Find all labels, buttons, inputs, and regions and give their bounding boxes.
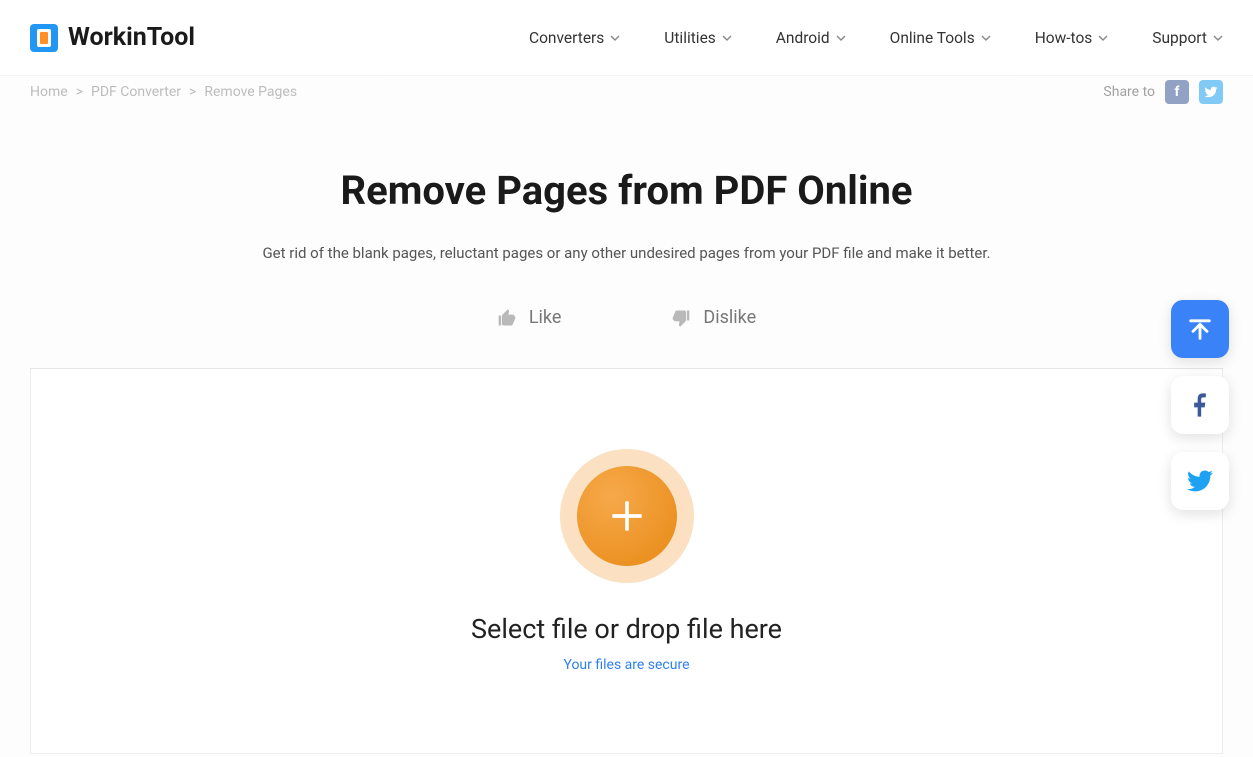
add-file-button[interactable] xyxy=(560,449,694,583)
plus-icon xyxy=(577,466,677,566)
scroll-top-button[interactable] xyxy=(1171,300,1229,358)
nav-label: Utilities xyxy=(664,29,716,47)
nav-support[interactable]: Support xyxy=(1152,29,1223,47)
files-secure-link[interactable]: Your files are secure xyxy=(31,657,1222,673)
like-label: Like xyxy=(529,307,562,328)
nav-label: Support xyxy=(1152,29,1207,47)
breadcrumb-remove-pages: Remove Pages xyxy=(204,84,297,100)
logo-text: WorkinTool xyxy=(68,23,195,52)
page-title: Remove Pages from PDF Online xyxy=(0,167,1253,214)
file-drop-zone[interactable]: Select file or drop file here Your files… xyxy=(30,369,1223,754)
arrow-up-icon xyxy=(1186,315,1214,343)
chevron-down-icon xyxy=(610,33,620,43)
share-twitter-button[interactable] xyxy=(1199,80,1223,104)
share-facebook-button[interactable]: f xyxy=(1165,80,1189,104)
nav-label: Converters xyxy=(529,29,604,47)
chevron-down-icon xyxy=(836,33,846,43)
breadcrumb-row: Home > PDF Converter > Remove Pages Shar… xyxy=(0,75,1253,107)
logo[interactable]: WorkinTool xyxy=(30,23,195,52)
nav-label: Online Tools xyxy=(890,29,975,47)
float-facebook-button[interactable] xyxy=(1171,376,1229,434)
share-label: Share to xyxy=(1103,84,1155,100)
nav-label: Android xyxy=(776,29,830,47)
twitter-icon xyxy=(1186,467,1214,495)
twitter-icon xyxy=(1204,85,1218,99)
drop-title: Select file or drop file here xyxy=(31,613,1222,645)
dislike-label: Dislike xyxy=(703,307,756,328)
chevron-down-icon xyxy=(722,33,732,43)
facebook-icon xyxy=(1186,391,1214,419)
breadcrumb-sep: > xyxy=(76,84,83,100)
title-area: Remove Pages from PDF Online Get rid of … xyxy=(0,167,1253,262)
dislike-button[interactable]: Dislike xyxy=(671,307,756,328)
breadcrumb-home[interactable]: Home xyxy=(30,84,68,100)
nav-label: How-tos xyxy=(1035,29,1093,47)
nav-utilities[interactable]: Utilities xyxy=(664,29,732,47)
nav-android[interactable]: Android xyxy=(776,29,846,47)
chevron-down-icon xyxy=(1213,33,1223,43)
page-subtitle: Get rid of the blank pages, reluctant pa… xyxy=(0,244,1253,262)
breadcrumb-sep: > xyxy=(189,84,196,100)
floating-actions xyxy=(1171,300,1229,510)
rating-row: Like Dislike xyxy=(0,307,1253,328)
breadcrumb-pdf-converter[interactable]: PDF Converter xyxy=(91,84,181,100)
chevron-down-icon xyxy=(981,33,991,43)
like-button[interactable]: Like xyxy=(497,307,562,328)
header: WorkinTool Converters Utilities Android … xyxy=(0,0,1253,75)
thumb-down-icon xyxy=(671,308,691,328)
nav: Converters Utilities Android Online Tool… xyxy=(529,29,1223,47)
float-twitter-button[interactable] xyxy=(1171,452,1229,510)
chevron-down-icon xyxy=(1098,33,1108,43)
thumb-up-icon xyxy=(497,308,517,328)
facebook-icon: f xyxy=(1174,84,1179,100)
breadcrumb: Home > PDF Converter > Remove Pages xyxy=(30,84,297,100)
share-to: Share to f xyxy=(1103,80,1223,104)
logo-icon xyxy=(30,24,58,52)
nav-online-tools[interactable]: Online Tools xyxy=(890,29,991,47)
nav-converters[interactable]: Converters xyxy=(529,29,620,47)
nav-how-tos[interactable]: How-tos xyxy=(1035,29,1109,47)
